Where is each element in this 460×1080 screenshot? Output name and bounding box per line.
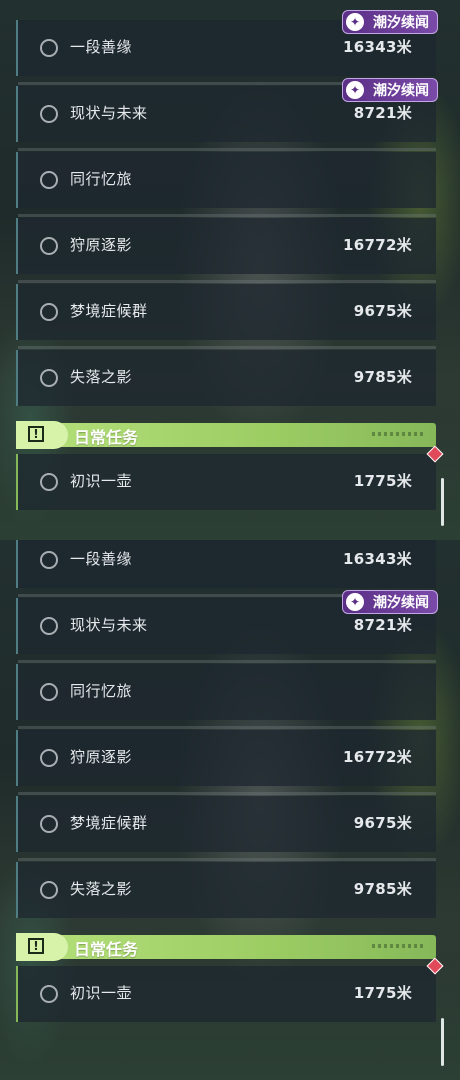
row-divider (18, 858, 436, 861)
quest-radio-icon[interactable] (40, 749, 58, 767)
quest-radio-icon[interactable] (40, 303, 58, 321)
tide-news-badge: ✦ 潮汐续闻 (342, 10, 438, 34)
row-divider (18, 280, 436, 283)
badge-label: 潮汐续闻 (373, 83, 429, 99)
quest-row[interactable]: 狩原逐影 16772米 (16, 214, 436, 274)
quest-name: 现状与未来 (70, 616, 148, 634)
quest-distance: 9785米 (353, 368, 412, 386)
quest-distance: 9675米 (353, 814, 412, 832)
quest-tracker-panel-top: 一段善缘 16343米 ✦ 潮汐续闻 现状与未来 8721米 ✦ 潮汐续闻 同行… (0, 0, 460, 540)
section-decoration (372, 432, 426, 436)
quest-radio-icon[interactable] (40, 39, 58, 57)
tide-news-icon: ✦ (346, 593, 364, 611)
quest-name: 梦境症候群 (70, 302, 148, 320)
quest-distance: 8721米 (353, 616, 412, 634)
quest-distance: 1775米 (353, 984, 412, 1002)
row-divider (18, 148, 436, 151)
row-divider (18, 214, 436, 217)
quest-distance: 9675米 (353, 302, 412, 320)
quest-row[interactable]: 失落之影 9785米 (16, 346, 436, 406)
quest-radio-icon[interactable] (40, 105, 58, 123)
daily-tasks-header[interactable]: ! 日常任务 (16, 933, 436, 961)
badge-label: 潮汐续闻 (373, 15, 429, 31)
quest-distance: 16772米 (343, 748, 412, 766)
quest-name: 失落之影 (70, 368, 133, 386)
quest-name: 狩原逐影 (70, 236, 133, 254)
section-decoration (372, 944, 426, 948)
tide-news-icon: ✦ (346, 81, 364, 99)
quest-name: 失落之影 (70, 880, 133, 898)
tide-news-badge: ✦ 潮汐续闻 (342, 590, 438, 614)
tide-news-badge: ✦ 潮汐续闻 (342, 78, 438, 102)
daily-tasks-header[interactable]: ! 日常任务 (16, 421, 436, 449)
quest-distance: 8721米 (353, 104, 412, 122)
quest-radio-icon[interactable] (40, 985, 58, 1003)
quest-radio-icon[interactable] (40, 369, 58, 387)
quest-distance: 16772米 (343, 236, 412, 254)
quest-name: 梦境症候群 (70, 814, 148, 832)
quest-name: 初识一壶 (70, 984, 133, 1002)
quest-distance: 9785米 (353, 880, 412, 898)
tide-news-icon: ✦ (346, 13, 364, 31)
scrollbar-thumb[interactable] (441, 478, 444, 526)
quest-row[interactable]: 同行忆旅 (16, 148, 436, 208)
row-divider (18, 726, 436, 729)
quest-name: 现状与未来 (70, 104, 148, 122)
quest-name: 同行忆旅 (70, 170, 133, 188)
row-divider (18, 346, 436, 349)
badge-label: 潮汐续闻 (373, 595, 429, 611)
section-title: 日常任务 (74, 940, 139, 959)
quest-tracker-panel-bottom: 一段善缘 16343米 现状与未来 8721米 ✦ 潮汐续闻 同行忆旅 狩原逐影… (0, 540, 460, 1080)
quest-row[interactable]: 同行忆旅 (16, 660, 436, 720)
quest-row[interactable]: 一段善缘 16343米 (16, 540, 436, 588)
quest-row[interactable]: 梦境症候群 9675米 (16, 792, 436, 852)
section-icon-holder: ! (16, 933, 68, 961)
quest-radio-icon[interactable] (40, 237, 58, 255)
quest-row[interactable]: 梦境症候群 9675米 (16, 280, 436, 340)
quest-radio-icon[interactable] (40, 473, 58, 491)
quest-name: 一段善缘 (70, 38, 133, 56)
quest-radio-icon[interactable] (40, 815, 58, 833)
quest-radio-icon[interactable] (40, 551, 58, 569)
quest-radio-icon[interactable] (40, 683, 58, 701)
quest-name: 初识一壶 (70, 472, 133, 490)
alert-box-icon: ! (28, 426, 44, 442)
alert-box-icon: ! (28, 938, 44, 954)
quest-row[interactable]: 狩原逐影 16772米 (16, 726, 436, 786)
scrollbar-thumb[interactable] (441, 1018, 444, 1066)
row-divider (18, 660, 436, 663)
row-divider (18, 792, 436, 795)
quest-radio-icon[interactable] (40, 617, 58, 635)
quest-name: 同行忆旅 (70, 682, 133, 700)
quest-radio-icon[interactable] (40, 881, 58, 899)
quest-name: 狩原逐影 (70, 748, 133, 766)
section-title: 日常任务 (74, 428, 139, 447)
daily-task-row[interactable]: 初识一壶 1775米 (16, 445, 444, 510)
quest-distance: 16343米 (343, 550, 412, 568)
quest-name: 一段善缘 (70, 550, 133, 568)
quest-distance: 16343米 (343, 38, 412, 56)
quest-row[interactable]: 失落之影 9785米 (16, 858, 436, 918)
daily-task-row[interactable]: 初识一壶 1775米 (16, 957, 444, 1022)
section-icon-holder: ! (16, 421, 68, 449)
quest-radio-icon[interactable] (40, 171, 58, 189)
quest-distance: 1775米 (353, 472, 412, 490)
